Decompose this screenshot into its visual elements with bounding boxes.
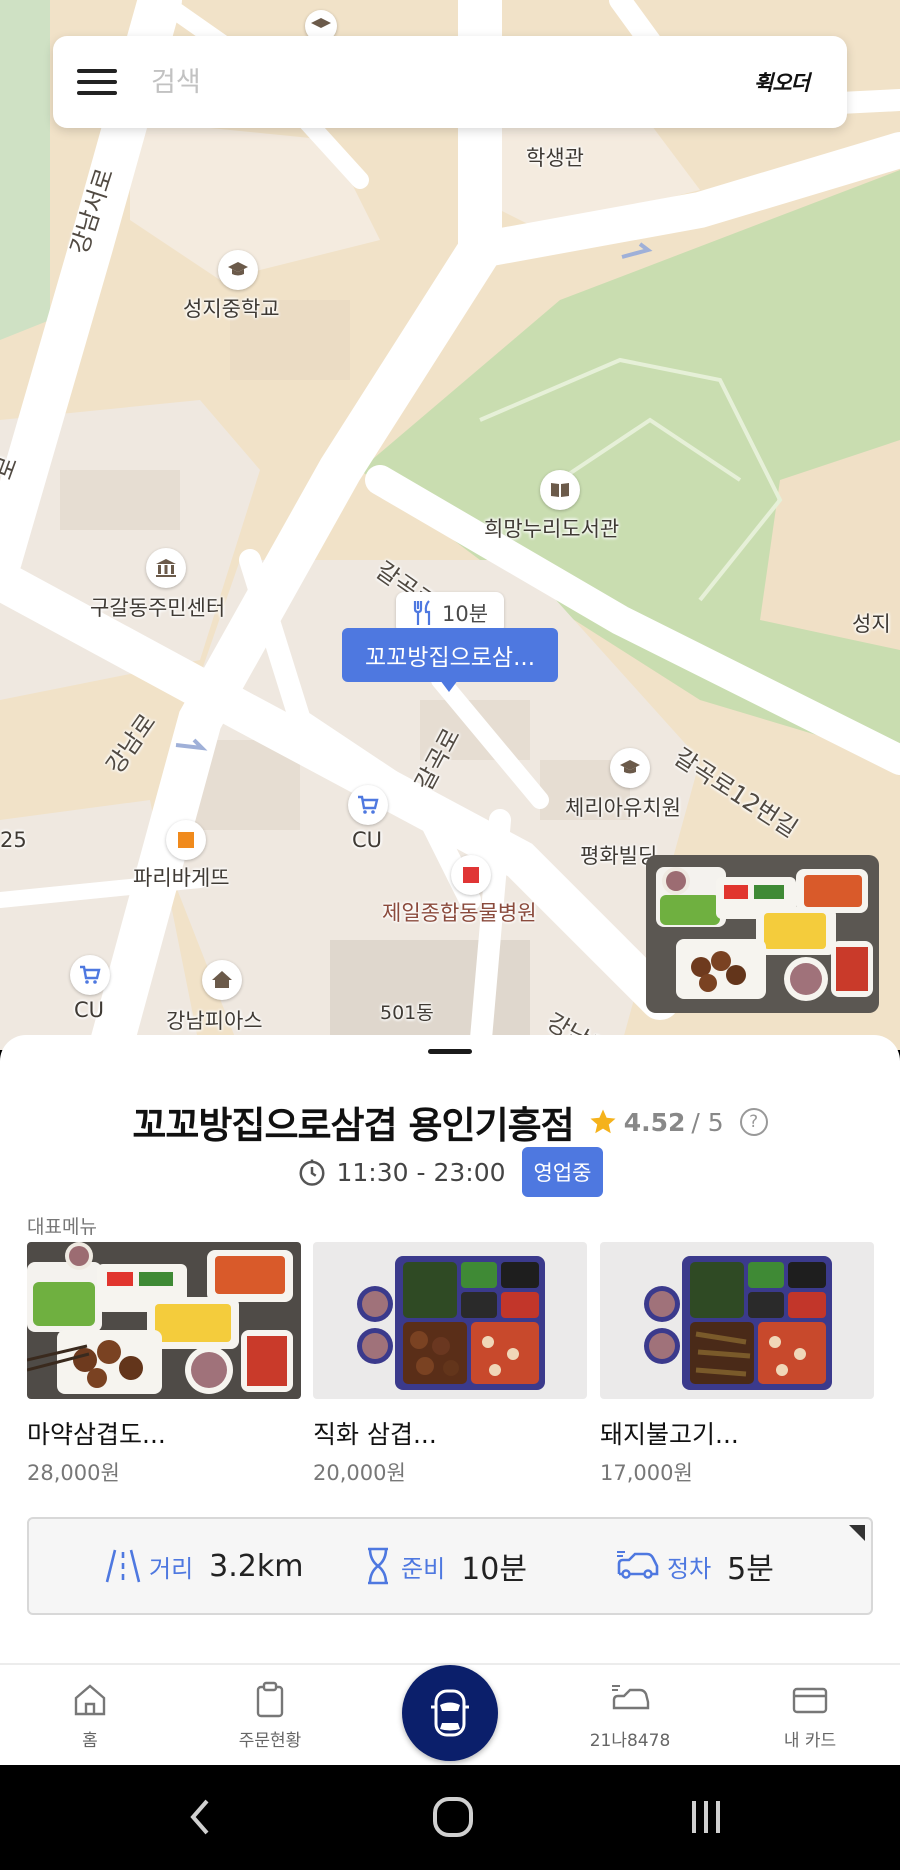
tab-car[interactable]: 21나8478 — [560, 1665, 700, 1765]
government-building-icon — [146, 548, 186, 588]
tab-my-card-label: 내 카드 — [783, 1730, 837, 1751]
distance-label: 거리 — [149, 1554, 194, 1583]
menu-item-price: 17,000원 — [600, 1461, 693, 1485]
menu-item-name: 직화 삼겹... — [313, 1420, 437, 1449]
map-label: 성지 — [852, 612, 891, 636]
featured-menu-title: 대표메뉴 — [27, 1216, 97, 1238]
menu-item-photo — [313, 1242, 587, 1399]
road-distance-icon — [105, 1549, 141, 1583]
map-label: 파리바게뜨 — [133, 866, 230, 890]
cart-icon — [70, 955, 110, 995]
menu-item[interactable]: 돼지불고기... 17,000원 — [600, 1242, 874, 1487]
marker-pointer — [440, 680, 458, 692]
rating-max: / 5 — [691, 1107, 724, 1137]
clock-icon — [299, 1159, 324, 1186]
marker-time-label: 10분 — [441, 602, 489, 626]
home-poi-icon — [202, 960, 242, 1000]
star-icon — [590, 1109, 616, 1134]
open-status-badge: 영업중 — [521, 1147, 604, 1197]
search-bar: 휙오더 — [53, 36, 847, 128]
store-title-row: 꼬꼬방집으로삼겹 용인기흥점 4.52 / 5 ? — [0, 1095, 900, 1149]
map-label: 25 — [0, 828, 27, 852]
fork-knife-icon — [413, 600, 431, 625]
map-label: 구갈동주민센터 — [90, 596, 226, 620]
credit-card-icon — [792, 1687, 828, 1713]
school-icon — [218, 250, 258, 290]
distance-value: 3.2km — [209, 1548, 304, 1584]
map-label: CU — [74, 998, 105, 1022]
hospital-icon — [451, 855, 491, 895]
store-marker[interactable]: 꼬꼬방집으로삼... — [342, 628, 558, 682]
menu-item-name: 돼지불고기... — [600, 1420, 739, 1449]
prep-value: 10분 — [461, 1552, 527, 1587]
brand-logo: 휙오더 — [754, 71, 810, 95]
tab-my-card[interactable]: 내 카드 — [740, 1665, 880, 1765]
car-stop-icon — [617, 1551, 659, 1579]
map-label: 제일종합동물병원 — [382, 901, 537, 925]
map-label: 강남피아스 — [166, 1009, 263, 1033]
clipboard-icon — [256, 1681, 284, 1717]
menu-item-photo — [27, 1242, 301, 1399]
prep-time-info: 준비 10분 — [363, 1544, 527, 1588]
hours-row: 11:30 - 23:00 영업중 — [0, 1147, 900, 1197]
car-icon — [612, 1684, 650, 1709]
sheet-drag-handle[interactable] — [428, 1049, 472, 1054]
cart-icon — [348, 785, 388, 825]
map-label: 501동 — [380, 1002, 434, 1024]
distance-info: 거리 3.2km — [105, 1546, 303, 1586]
map-label: 성지중학교 — [183, 297, 280, 321]
store-rating: 4.52 / 5 ? — [588, 1107, 768, 1137]
menu-item-photo — [600, 1242, 874, 1399]
business-hours: 11:30 - 23:00 — [336, 1157, 506, 1187]
prep-label: 준비 — [401, 1554, 446, 1583]
map-view[interactable]: 학생관 성지중학교 희망누리도서관 구갈동주민센터 갈곡로13번길 갈곡로12번… — [0, 0, 900, 1050]
map-label: 체리아유치원 — [565, 796, 681, 820]
library-icon — [540, 470, 580, 510]
car-top-view-icon — [431, 1689, 469, 1737]
kindergarten-icon — [610, 748, 650, 788]
menu-item-name: 마약삼겹도... — [27, 1420, 166, 1449]
map-label: 희망누리도서관 — [484, 517, 620, 541]
rating-value: 4.52 — [623, 1107, 686, 1137]
recent-apps-icon[interactable] — [666, 1787, 746, 1847]
menu-item[interactable]: 마약삼겹도... 28,000원 — [27, 1242, 301, 1487]
menu-item-price: 20,000원 — [313, 1461, 406, 1485]
corner-indicator — [849, 1525, 865, 1541]
search-input[interactable] — [151, 66, 671, 98]
tab-orders-label: 주문현황 — [238, 1730, 302, 1751]
tab-home-label: 홈 — [82, 1730, 98, 1751]
menu-item[interactable]: 직화 삼겹... 20,000원 — [313, 1242, 587, 1487]
map-label: CU — [352, 828, 383, 852]
hourglass-icon — [368, 1547, 388, 1585]
map-label: 학생관 — [526, 146, 584, 170]
home-icon — [74, 1683, 106, 1715]
store-name: 꼬꼬방집으로삼겹 용인기흥점 — [132, 1104, 574, 1147]
drive-through-button[interactable] — [402, 1665, 498, 1761]
tab-car-label: 21나8478 — [589, 1730, 671, 1751]
back-icon[interactable] — [160, 1787, 240, 1847]
hamburger-menu-icon[interactable] — [77, 52, 137, 112]
stop-value: 5분 — [727, 1552, 774, 1587]
help-icon[interactable]: ? — [739, 1108, 768, 1136]
home-circle-icon[interactable] — [413, 1787, 493, 1847]
tab-home[interactable]: 홈 — [20, 1665, 160, 1765]
bakery-icon — [166, 820, 206, 860]
store-photo-thumbnail[interactable] — [646, 855, 879, 1013]
system-navigation-bar — [0, 1765, 900, 1870]
tab-orders[interactable]: 주문현황 — [200, 1665, 340, 1765]
store-detail-sheet: 꼬꼬방집으로삼겹 용인기흥점 4.52 / 5 ? 11:30 - 23:00 … — [0, 1035, 900, 1663]
stop-time-info: 정차 5분 — [615, 1544, 774, 1588]
stop-label: 정차 — [667, 1554, 712, 1583]
delivery-info-box[interactable]: 거리 3.2km 준비 10분 정차 5분 — [27, 1517, 873, 1615]
menu-item-price: 28,000원 — [27, 1461, 120, 1485]
